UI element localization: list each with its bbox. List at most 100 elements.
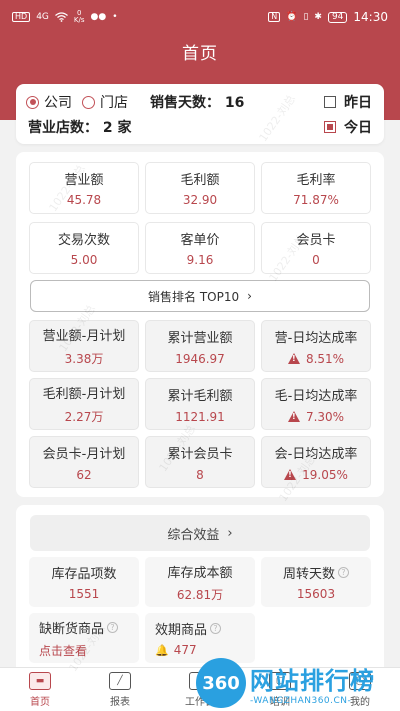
plan-label: 毛-日均达成率 [274, 388, 358, 404]
plan-profit-monthly: 毛利额-月计划 2.27万 [29, 378, 139, 430]
plan-label: 营-日均达成率 [274, 330, 358, 346]
training-icon: ▢ [269, 671, 291, 690]
plan-label: 会-日均达成率 [274, 446, 358, 462]
stat-label: 交易次数 [57, 233, 110, 248]
bell-icon: 🔔 [155, 643, 169, 657]
stat-value: 71.87% [293, 193, 339, 207]
plan-value-row: 7.30% [287, 409, 345, 424]
yesterday-label[interactable]: 昨日 [344, 92, 372, 112]
radio-store-label[interactable]: 门店 [100, 92, 128, 112]
scope-radio-group: 公司 门店 销售天数： 16 [26, 92, 244, 112]
stat-member-cards: 会员卡 0 [261, 222, 371, 274]
filter-card: 公司 门店 销售天数： 16 昨日 营业店数： 2 家 今日 [16, 84, 384, 144]
sales-days-value: 16 [224, 95, 245, 111]
stat-revenue: 营业额 45.78 [29, 162, 139, 214]
sales-rank-top10-button[interactable]: 销售排名 TOP10 › [30, 280, 370, 312]
inv-value: 477 [173, 643, 197, 657]
nav-home[interactable]: ▬ 首页 [0, 668, 80, 711]
help-icon[interactable]: ? [210, 623, 222, 634]
inv-cost: 库存成本额 62.81万 [145, 557, 255, 607]
today-checkbox[interactable]: 今日 [324, 117, 372, 137]
plan-value-row: 19.05% [284, 468, 348, 482]
plan-value: 7.30% [305, 409, 345, 424]
yesterday-check-icon[interactable] [324, 96, 336, 108]
yesterday-checkbox[interactable]: 昨日 [324, 92, 372, 112]
plan-label: 累计毛利额 [167, 388, 233, 404]
inv-turnover-days: 周转天数 ? 15603 [261, 557, 371, 607]
stat-value: 0 [312, 253, 320, 267]
metrics-section: 营业额 45.78 毛利额 32.90 毛利率 71.87% 交易次数 5.00… [16, 152, 384, 497]
stat-value: 32.90 [182, 193, 218, 207]
chevron-right-icon: › [227, 525, 233, 541]
sales-rank-label: 销售排名 TOP10 [148, 289, 240, 304]
vibrate-icon: ▯ [303, 11, 309, 22]
status-bar: HD 4G 0 K/s ●● • N ⏰ ▯ ✱ 94 14:30 [0, 0, 400, 34]
dot-icon: • [112, 11, 118, 22]
benefit-label: 综合效益 [167, 527, 220, 543]
radio-store-icon[interactable] [82, 95, 95, 109]
workbench-icon: ☰ [189, 671, 211, 690]
help-icon[interactable]: ? [338, 567, 349, 578]
nav-profile[interactable]: ◯ 我的 [320, 668, 400, 711]
inv-label: 缺断货商品 [39, 621, 105, 637]
inv-value: 15603 [296, 587, 336, 601]
nav-training[interactable]: ▢ 培训 [240, 668, 320, 711]
plan-value: 8.51% [305, 351, 345, 366]
plan-value: 1946.97 [175, 351, 225, 366]
plan-label: 累计营业额 [167, 330, 233, 346]
plan-label: 累计会员卡 [167, 446, 233, 462]
nav-label: 我的 [350, 696, 370, 708]
warning-icon [287, 353, 300, 364]
stat-gross-profit: 毛利额 32.90 [145, 162, 255, 214]
page-title: 首页 [182, 43, 218, 64]
inv-expiry-goods[interactable]: 效期商品 ? 🔔 477 [145, 613, 255, 663]
inv-label-row: 缺断货商品 ? [39, 618, 119, 637]
help-icon[interactable]: ? [107, 621, 119, 633]
nav-report[interactable]: ╱ 报表 [80, 668, 160, 711]
plan-value: 19.05% [302, 467, 348, 482]
plan-label: 会员卡-月计划 [42, 446, 126, 462]
warning-icon [287, 411, 300, 422]
inv-out-of-stock[interactable]: 缺断货商品 ? 点击查看 [29, 613, 139, 663]
nfc-icon: N [268, 12, 281, 22]
wechat-icon: ●● [90, 11, 107, 22]
sales-days-label: 销售天数： [150, 95, 220, 111]
radio-company-label[interactable]: 公司 [44, 92, 72, 112]
chart-icon: ╱ [109, 671, 131, 690]
stat-label: 会员卡 [296, 233, 336, 248]
nav-workbench[interactable]: ☰ 工作台 [160, 668, 240, 711]
plan-member-cumulative: 累计会员卡 8 [145, 436, 255, 488]
plan-profit-daily-rate: 毛-日均达成率 7.30% [261, 378, 371, 430]
status-time: 14:30 [353, 10, 388, 24]
stat-gross-margin: 毛利率 71.87% [261, 162, 371, 214]
page-title-row: 首页 [0, 34, 400, 68]
stat-label: 毛利率 [296, 173, 336, 188]
plan-value: 62 [76, 467, 92, 482]
plan-value: 8 [196, 467, 204, 482]
inv-value: 62.81万 [176, 587, 224, 602]
store-count-label: 营业店数： [28, 120, 98, 136]
inv-label-row: 效期商品 ? [155, 619, 222, 638]
stat-label: 营业额 [64, 173, 104, 188]
today-label[interactable]: 今日 [344, 117, 372, 137]
today-check-icon[interactable] [324, 121, 336, 133]
stat-label: 毛利额 [180, 173, 220, 188]
status-right: N ⏰ ▯ ✱ 94 14:30 [268, 11, 388, 23]
hd-icon: HD [12, 12, 31, 22]
inventory-grid: 库存品项数 1551 库存成本额 62.81万 周转天数 ? 15603 缺断货… [29, 557, 371, 663]
summary-stat-grid: 营业额 45.78 毛利额 32.90 毛利率 71.87% 交易次数 5.00… [29, 162, 371, 274]
radio-company-icon[interactable] [26, 95, 39, 109]
plan-revenue-cumulative: 累计营业额 1946.97 [145, 320, 255, 372]
comprehensive-benefit-button[interactable]: 综合效益 › [30, 515, 370, 551]
inv-value-row: 🔔 477 [155, 643, 197, 657]
home-icon: ▬ [29, 671, 51, 690]
plan-value: 3.38万 [64, 352, 104, 366]
inv-label: 周转天数 [282, 567, 335, 582]
signal-icon: 4G [36, 11, 49, 22]
nav-label: 工作台 [185, 696, 215, 708]
plan-revenue-daily-rate: 营-日均达成率 8.51% [261, 320, 371, 372]
battery-icon: 94 [327, 11, 348, 23]
inv-label: 效期商品 [155, 623, 208, 638]
view-link[interactable]: 点击查看 [39, 642, 87, 659]
alarm-icon: ⏰ [286, 11, 298, 22]
